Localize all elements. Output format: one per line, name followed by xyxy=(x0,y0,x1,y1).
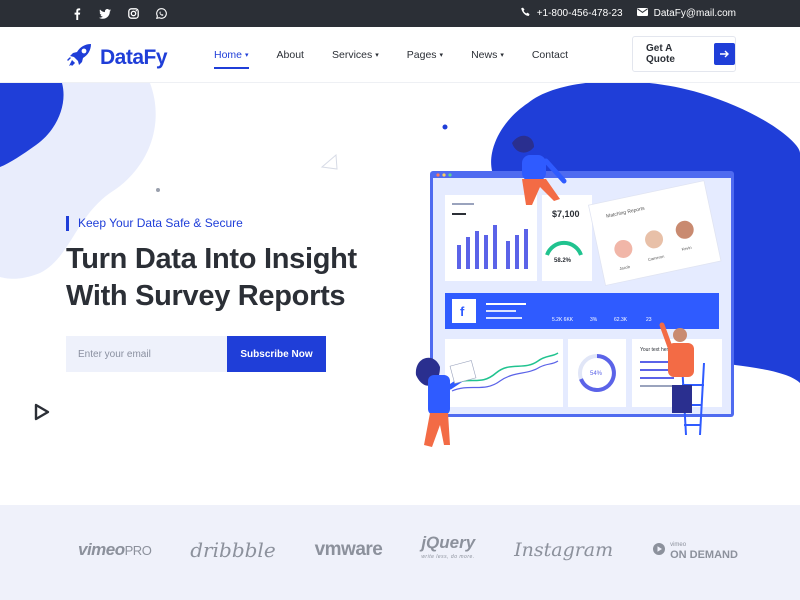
hero-tagline: Keep Your Data Safe & Secure xyxy=(66,216,243,231)
phone-number: +1-800-456-478-23 xyxy=(536,8,623,19)
stat-1: 5.2K 6KK xyxy=(552,317,574,323)
revenue-amount: $7,100 xyxy=(552,209,580,219)
subscribe-form: Subscribe Now xyxy=(66,336,326,372)
arrow-right-icon xyxy=(714,43,735,65)
rocket-icon xyxy=(66,41,94,74)
instagram-icon[interactable] xyxy=(126,7,140,21)
dribbble-logo[interactable]: dribbble xyxy=(190,538,275,562)
instagram-logo[interactable]: Instagram xyxy=(514,539,613,561)
vimeo-pro-suffix: PRO xyxy=(124,543,152,558)
chevron-down-icon: ▾ xyxy=(500,52,504,59)
nav-pages-label: Pages xyxy=(406,49,437,61)
gauge-value: 58.2% xyxy=(554,258,572,264)
get-a-quote-label: Get A Quote xyxy=(646,43,675,65)
nav-home[interactable]: Home ▾ xyxy=(214,27,249,83)
get-a-quote-button[interactable]: Get A Quote xyxy=(632,36,736,72)
facebook-icon[interactable] xyxy=(70,7,84,21)
brand-logos: vimeoPRO dribbble vmware jQuery write le… xyxy=(78,533,738,565)
nav-home-label: Home xyxy=(214,49,243,61)
chevron-down-icon: ▾ xyxy=(245,52,249,59)
nav-services-label: Services xyxy=(331,49,373,61)
phone-contact[interactable]: +1-800-456-478-23 xyxy=(520,7,623,20)
ondemand-text: ON DEMAND xyxy=(670,549,738,561)
whatsapp-icon[interactable] xyxy=(154,7,168,21)
hero-headline: Turn Data Into Insight With Survey Repor… xyxy=(66,241,386,315)
dashboard-illustration: $7,100 58.2% Matching Reports Jacob Came… xyxy=(415,135,734,447)
chevron-down-icon: ▾ xyxy=(375,52,379,59)
social-links xyxy=(70,0,168,27)
svg-text:f: f xyxy=(460,304,465,319)
headline-line-2: With Survey Reports xyxy=(66,280,346,312)
jquery-tagline: write less, do more. xyxy=(421,554,475,560)
top-bar: +1-800-456-478-23 DataFy@mail.com xyxy=(0,0,800,27)
envelope-icon xyxy=(636,8,648,19)
nav-about[interactable]: About xyxy=(277,27,304,83)
nav-news[interactable]: News ▾ xyxy=(471,27,504,83)
vimeo-pro-logo[interactable]: vimeoPRO xyxy=(78,540,152,560)
logo[interactable]: DataFy xyxy=(66,41,168,74)
chevron-down-icon: ▾ xyxy=(439,52,444,59)
email-contact[interactable]: DataFy@mail.com xyxy=(636,8,736,19)
vimeo-on-demand-logo[interactable]: vimeo ON DEMAND xyxy=(652,540,738,561)
email-input[interactable] xyxy=(66,336,227,372)
stat-2: 3% xyxy=(590,317,598,323)
donut-value: 54% xyxy=(590,371,603,377)
play-circle-icon xyxy=(652,542,666,558)
nav-pages[interactable]: Pages ▾ xyxy=(407,27,443,83)
phone-icon xyxy=(520,7,531,20)
contact-info: +1-800-456-478-23 DataFy@mail.com xyxy=(520,0,736,27)
main-header: DataFy Home ▾ About Services ▾ Pages ▾ N… xyxy=(0,27,800,83)
twitter-icon[interactable] xyxy=(98,7,112,21)
nav-contact[interactable]: Contact xyxy=(532,27,568,83)
hero-section: Keep Your Data Safe & Secure Turn Data I… xyxy=(0,83,800,505)
main-nav: Home ▾ About Services ▾ Pages ▾ News ▾ C… xyxy=(214,27,568,83)
nav-about-label: About xyxy=(276,49,304,61)
headline-line-1: Turn Data Into Insight xyxy=(66,243,357,275)
brand-name: DataFy xyxy=(100,45,168,69)
text-panel-heading: Your text here xyxy=(640,347,671,353)
stat-3: 62.3K xyxy=(614,317,628,323)
vimeo-logo-text: vimeo xyxy=(78,540,125,559)
nav-news-label: News xyxy=(471,49,498,61)
jquery-logo[interactable]: jQuery write less, do more. xyxy=(421,533,476,564)
jquery-logo-text: jQuery xyxy=(421,533,476,552)
email-address: DataFy@mail.com xyxy=(653,8,736,19)
stat-4: 23 xyxy=(646,317,652,323)
brand-logos-strip: vimeoPRO dribbble vmware jQuery write le… xyxy=(0,505,800,600)
vmware-logo[interactable]: vmware xyxy=(315,539,383,561)
play-icon[interactable] xyxy=(33,403,51,421)
nav-services[interactable]: Services ▾ xyxy=(332,27,379,83)
nav-contact-label: Contact xyxy=(531,49,569,61)
subscribe-button[interactable]: Subscribe Now xyxy=(227,336,326,372)
